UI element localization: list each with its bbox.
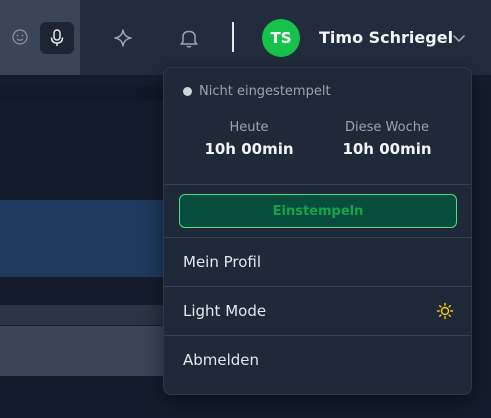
menu-item-logout[interactable]: Abmelden xyxy=(164,336,471,384)
ai-assistant-button[interactable] xyxy=(107,22,139,54)
bell-icon xyxy=(180,30,198,48)
user-avatar[interactable]: TS xyxy=(262,19,300,57)
sparkle-icon xyxy=(114,29,132,47)
user-name[interactable]: Timo Schriegel xyxy=(319,28,453,47)
today-stat: Heute 10h 00min xyxy=(184,120,314,158)
today-value: 10h 00min xyxy=(204,140,294,158)
clock-in-button[interactable]: Einstempeln xyxy=(179,194,457,228)
week-stat: Diese Woche 10h 00min xyxy=(322,120,452,158)
microphone-icon xyxy=(50,29,64,46)
chevron-down-icon[interactable] xyxy=(451,30,467,46)
header-divider xyxy=(232,22,234,52)
menu-item-light-mode[interactable]: Light Mode xyxy=(164,287,471,335)
notifications-button[interactable] xyxy=(173,22,205,54)
time-tracking-status: Nicht eingestempelt xyxy=(183,84,331,99)
menu-item-label: Abmelden xyxy=(183,351,260,369)
today-label: Heute xyxy=(229,120,269,135)
status-indicator-dot xyxy=(183,87,192,96)
composer-tools xyxy=(0,0,80,75)
smiley-icon[interactable] xyxy=(11,28,29,46)
background-strip xyxy=(0,305,163,325)
top-header: TS Timo Schriegel xyxy=(0,0,491,75)
menu-item-label: Light Mode xyxy=(183,302,267,320)
menu-item-label: Mein Profil xyxy=(183,253,262,271)
divider xyxy=(164,184,471,185)
sun-icon xyxy=(436,302,454,320)
background-row xyxy=(0,87,163,101)
user-dropdown-menu: Nicht eingestempelt Heute 10h 00min Dies… xyxy=(163,67,472,395)
microphone-button[interactable] xyxy=(40,22,74,54)
background-highlight-panel xyxy=(0,200,163,277)
background-input-area xyxy=(0,326,163,376)
status-text: Nicht eingestempelt xyxy=(199,84,331,99)
menu-item-profile[interactable]: Mein Profil xyxy=(164,238,471,286)
week-value: 10h 00min xyxy=(342,140,432,158)
week-label: Diese Woche xyxy=(345,120,429,135)
